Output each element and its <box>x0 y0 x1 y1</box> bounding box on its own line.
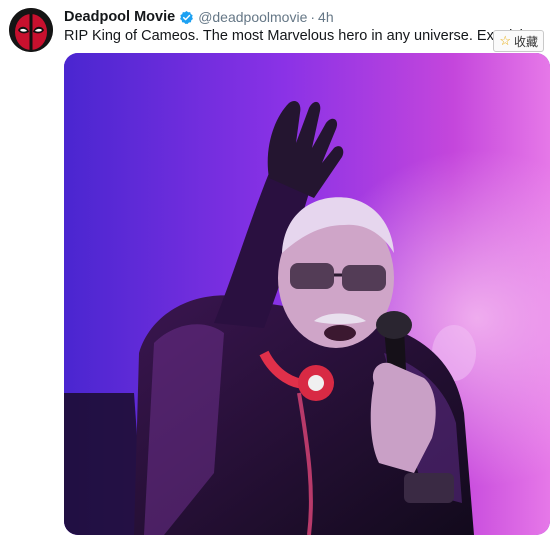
tweet-card: Deadpool Movie @deadpoolmovie · 4h RIP K… <box>0 0 550 540</box>
tweet-text: RIP King of Cameos. The most Marvelous h… <box>64 28 539 44</box>
photo-illustration <box>64 53 550 535</box>
avatar[interactable] <box>9 8 53 52</box>
display-name[interactable]: Deadpool Movie <box>64 9 175 25</box>
user-handle[interactable]: @deadpoolmovie <box>198 9 307 25</box>
collect-button[interactable]: ☆ 收藏 <box>493 30 544 52</box>
verified-badge-icon <box>179 10 194 25</box>
collect-button-label: 收藏 <box>513 34 538 49</box>
tweet-photo[interactable] <box>64 53 550 535</box>
timestamp[interactable]: 4h <box>318 9 334 25</box>
tweet-header: Deadpool Movie @deadpoolmovie · 4h <box>64 7 334 27</box>
deadpool-mask-icon <box>9 8 53 52</box>
star-icon: ☆ <box>499 33 511 48</box>
separator-dot: · <box>310 9 316 25</box>
